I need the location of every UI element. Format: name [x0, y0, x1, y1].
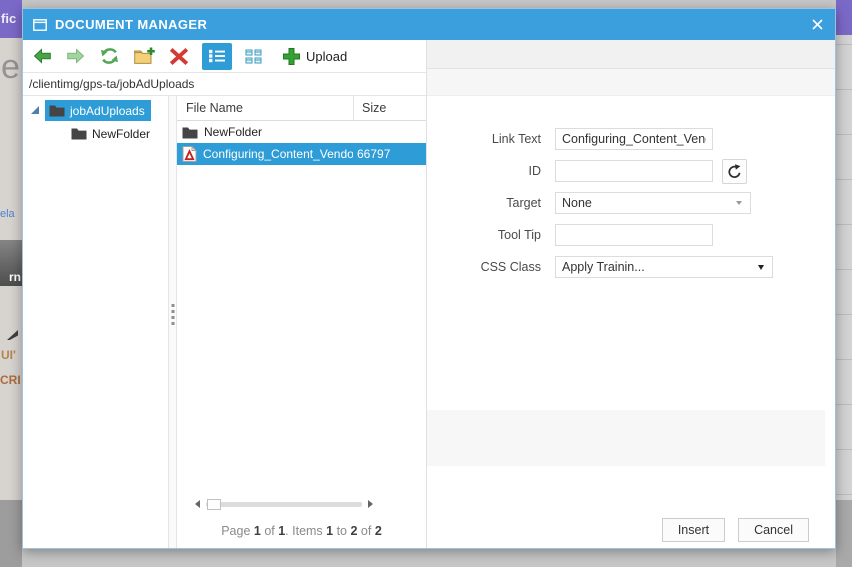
right-panel-lower-band	[427, 410, 825, 466]
target-dropdown[interactable]: None	[555, 192, 751, 214]
pencil-icon	[7, 330, 18, 340]
background-footer-fragment	[0, 500, 22, 567]
splitter-handle-icon	[171, 303, 174, 325]
chevron-down-icon	[736, 201, 742, 205]
folder-tree: jobAdUploads NewFolder	[23, 96, 168, 548]
target-label: Target	[506, 196, 541, 210]
background-link-fragment: ela	[0, 208, 15, 220]
tree-item-label: jobAdUploads	[70, 103, 145, 118]
scrollbar-track[interactable]	[206, 498, 362, 510]
tooltip-input[interactable]	[555, 224, 713, 246]
id-label: ID	[528, 164, 542, 178]
file-row-configuring-pdf[interactable]: Configuring_Content_Vendo 66797	[177, 143, 426, 165]
file-list: File Name Size NewFolder Configuring_Con…	[177, 96, 426, 548]
background-header-fragment: fic	[0, 0, 22, 38]
scrollbar-thumb[interactable]	[207, 498, 221, 510]
breadcrumb: /clientimg/gps-ta/jobAdUploads	[23, 73, 426, 96]
folder-icon	[182, 127, 198, 138]
file-list-empty-area	[177, 165, 426, 496]
column-header-size[interactable]: Size	[353, 96, 426, 120]
dialog-titlebar: DOCUMENT MANAGER	[23, 9, 835, 40]
file-toolbar: Upload	[23, 40, 426, 73]
target-selected-value: None	[562, 196, 592, 210]
list-view-button[interactable]	[202, 42, 232, 70]
chevron-down-icon	[758, 265, 764, 270]
background-footer-fragment	[836, 500, 852, 567]
folder-icon	[71, 128, 87, 140]
tree-row: NewFolder	[67, 123, 168, 144]
dialog-footer: Insert Cancel	[427, 518, 835, 542]
new-folder-button[interactable]	[134, 47, 156, 65]
pager-status: Page 1 of 1. Items 1 to 2 of 2	[221, 524, 382, 538]
window-icon	[33, 18, 47, 31]
file-list-header: File Name Size	[177, 96, 426, 121]
background-page-right	[836, 0, 852, 567]
link-text-label: Link Text	[491, 132, 541, 146]
delete-button[interactable]	[170, 47, 188, 65]
background-text-fragment: CRI	[0, 373, 21, 387]
form-row: Link Text	[427, 128, 835, 150]
folder-icon	[49, 105, 65, 117]
insert-button[interactable]: Insert	[661, 518, 726, 542]
upload-label: Upload	[306, 48, 348, 64]
background-badge-fragment: rn	[0, 240, 22, 286]
refresh-icon[interactable]	[99, 46, 120, 66]
file-name: NewFolder	[204, 125, 263, 139]
background-page-bottom	[22, 549, 836, 567]
tooltip-label: Tool Tip	[497, 228, 541, 242]
upload-button[interactable]: Upload	[282, 47, 347, 65]
file-name: Configuring_Content_Vendo	[203, 147, 353, 161]
file-row-newfolder[interactable]: NewFolder	[177, 121, 426, 143]
horizontal-scrollbar	[195, 496, 373, 512]
regenerate-id-button[interactable]	[722, 158, 747, 184]
css-class-dropdown[interactable]: Apply Trainin...	[555, 256, 773, 278]
close-icon[interactable]	[810, 17, 825, 32]
css-class-selected-value: Apply Trainin...	[562, 260, 645, 274]
tree-row: jobAdUploads	[23, 100, 168, 121]
tree-item-label: NewFolder	[92, 126, 151, 141]
panel-splitter[interactable]	[168, 96, 177, 548]
background-text-fragment: UI'	[1, 348, 16, 362]
form-row: Tool Tip	[427, 224, 835, 246]
scroll-left-icon[interactable]	[195, 500, 200, 508]
link-properties-form: Link Text ID Target N	[427, 128, 835, 288]
rotate-icon	[728, 163, 741, 178]
link-text-input[interactable]	[555, 128, 713, 150]
background-text-fragment: e	[1, 48, 20, 86]
right-panel-band	[427, 69, 835, 96]
background-header-fragment	[836, 0, 852, 35]
tree-item-newfolder[interactable]: NewFolder	[67, 123, 156, 144]
scroll-right-icon[interactable]	[368, 500, 373, 508]
file-browser-section: Upload /clientimg/gps-ta/jobAdUploads jo…	[23, 40, 427, 548]
link-properties-section: Link Text ID Target N	[427, 40, 835, 548]
form-row: ID	[427, 158, 835, 184]
grid-view-button[interactable]	[238, 43, 268, 70]
back-button[interactable]	[33, 48, 52, 64]
cancel-button[interactable]: Cancel	[738, 518, 809, 542]
form-row: Target None	[427, 192, 835, 214]
form-row: CSS Class Apply Trainin...	[427, 256, 835, 278]
upload-plus-icon	[283, 48, 300, 65]
css-class-label: CSS Class	[480, 260, 541, 274]
tree-item-jobaduploads[interactable]: jobAdUploads	[45, 100, 151, 121]
pdf-file-icon	[182, 146, 197, 162]
file-size: 66797	[357, 147, 391, 161]
browser-main: jobAdUploads NewFolder File Name Size Ne…	[23, 96, 426, 548]
id-input[interactable]	[555, 160, 713, 182]
column-header-file-name[interactable]: File Name	[177, 101, 353, 115]
dialog-title: DOCUMENT MANAGER	[55, 17, 208, 32]
dialog-content: Upload /clientimg/gps-ta/jobAdUploads jo…	[23, 40, 835, 548]
document-manager-dialog: DOCUMENT MANAGER Upload /clientimg/gps-t…	[22, 8, 836, 549]
background-page-left: fic e ela rn UI' CRI	[0, 0, 22, 567]
forward-button[interactable]	[66, 48, 85, 64]
chevron-expanded-icon[interactable]	[31, 105, 39, 114]
right-panel-band	[427, 40, 835, 69]
